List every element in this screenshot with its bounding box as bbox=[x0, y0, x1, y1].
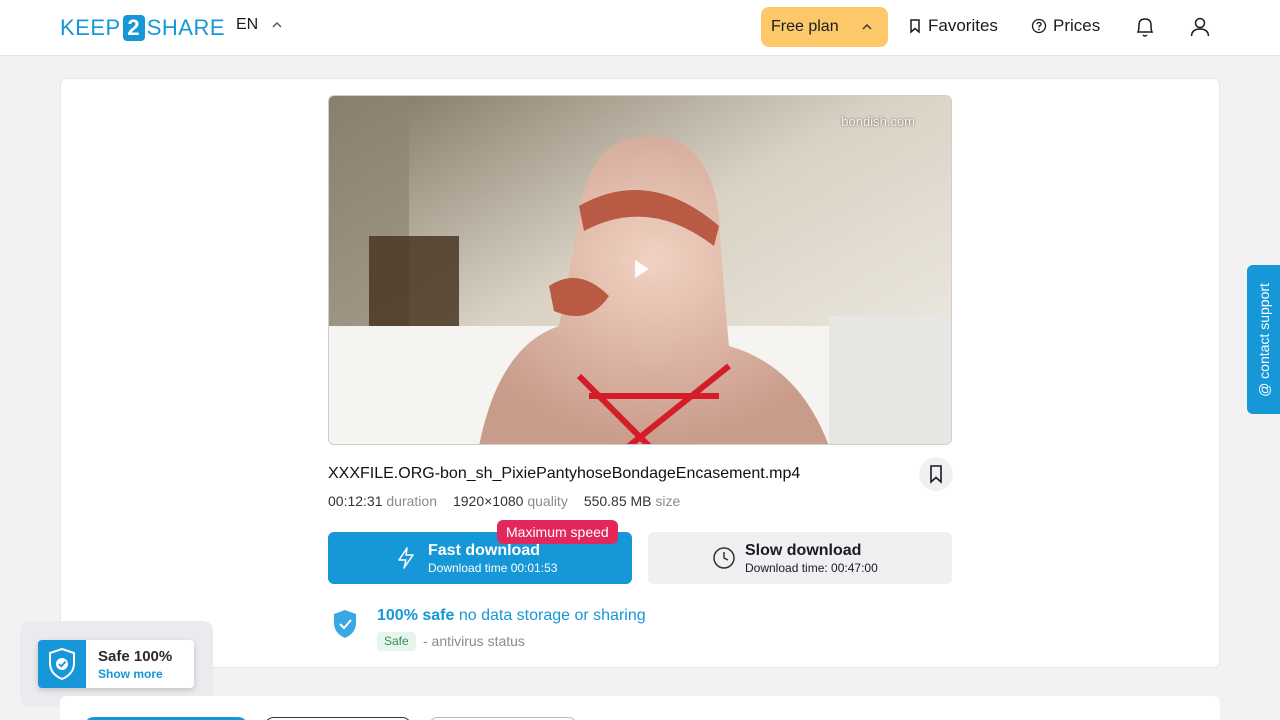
chevron-up-icon bbox=[862, 24, 872, 30]
show-more-link[interactable]: Show more bbox=[98, 667, 163, 681]
safe-badge-icon-box bbox=[38, 640, 86, 688]
size-label: size bbox=[655, 493, 681, 509]
language-label: EN bbox=[236, 16, 259, 33]
help-circle-icon bbox=[1031, 18, 1047, 34]
safety-bold: 100% safe bbox=[377, 607, 455, 624]
bookmark-icon bbox=[930, 465, 942, 484]
clock-icon bbox=[713, 547, 735, 569]
safety-heading: 100% safe no data storage or sharing bbox=[377, 607, 646, 625]
size-meta: 550.85 MB size bbox=[584, 493, 681, 509]
bell-icon[interactable] bbox=[1133, 14, 1157, 40]
size-value: 550.85 MB bbox=[583, 493, 652, 509]
shield-check-icon bbox=[334, 610, 356, 638]
slow-download-title: Slow download bbox=[745, 542, 862, 559]
favorites-link[interactable]: Favorites bbox=[908, 16, 998, 36]
video-watermark: bondish.com bbox=[841, 114, 915, 129]
duration-meta: 00:12:31 duration bbox=[328, 493, 437, 509]
duration-value: 00:12:31 bbox=[328, 493, 383, 509]
safe-badge-card: Safe 100% Show more bbox=[38, 640, 194, 688]
lightning-icon bbox=[398, 547, 414, 569]
fast-download-title: Fast download bbox=[428, 542, 540, 559]
logo-text-mid: 2 bbox=[122, 15, 145, 41]
slow-download-time: Download time: 00:47:00 bbox=[745, 561, 878, 575]
logo-text-right: SHARE bbox=[146, 15, 225, 40]
language-selector[interactable]: EN bbox=[236, 16, 284, 34]
site-logo[interactable]: KEEP 2 SHARE bbox=[60, 14, 225, 42]
safe-badge-title: Safe 100% bbox=[98, 648, 173, 665]
free-plan-button[interactable]: Free plan bbox=[761, 7, 888, 47]
file-meta: 00:12:31 duration 1920×1080 quality 550.… bbox=[328, 493, 680, 509]
fast-download-time: Download time 00:01:53 bbox=[428, 561, 558, 575]
quality-label: quality bbox=[527, 493, 568, 509]
quality-value: 1920×1080 bbox=[452, 493, 524, 509]
safe-badge-widget[interactable]: Safe 100% Show more bbox=[20, 621, 213, 707]
prices-label: Prices bbox=[1053, 16, 1101, 35]
bookmark-icon bbox=[910, 19, 920, 34]
logo-text-left: KEEP bbox=[60, 15, 121, 40]
prices-link[interactable]: Prices bbox=[1031, 16, 1100, 36]
duration-label: duration bbox=[386, 493, 437, 509]
video-preview[interactable]: bondish.com bbox=[328, 95, 952, 445]
favorites-label: Favorites bbox=[928, 16, 998, 35]
quality-meta: 1920×1080 quality bbox=[453, 493, 568, 509]
play-icon[interactable] bbox=[635, 260, 649, 278]
antivirus-status-badge: Safe bbox=[377, 632, 416, 651]
plan-label: Free plan bbox=[771, 18, 839, 35]
antivirus-status-label: - antivirus status bbox=[423, 633, 525, 649]
slow-download-button[interactable]: Slow download Download time: 00:47:00 bbox=[648, 532, 952, 584]
contact-support-tab[interactable]: @ contact support bbox=[1247, 265, 1280, 414]
maximum-speed-badge: Maximum speed bbox=[497, 520, 618, 544]
contact-support-label: @ contact support bbox=[1255, 282, 1272, 397]
chevron-up-icon bbox=[272, 22, 282, 28]
file-name: XXXFILE.ORG-bon_sh_PixiePantyhoseBondage… bbox=[328, 465, 801, 482]
add-to-favorites-button[interactable] bbox=[919, 457, 953, 491]
top-header: KEEP 2 SHARE EN Free plan Favorites Prices bbox=[0, 0, 1280, 56]
safety-rest: no data storage or sharing bbox=[458, 607, 646, 624]
shield-check-icon bbox=[49, 647, 75, 681]
user-icon[interactable] bbox=[1188, 14, 1212, 40]
